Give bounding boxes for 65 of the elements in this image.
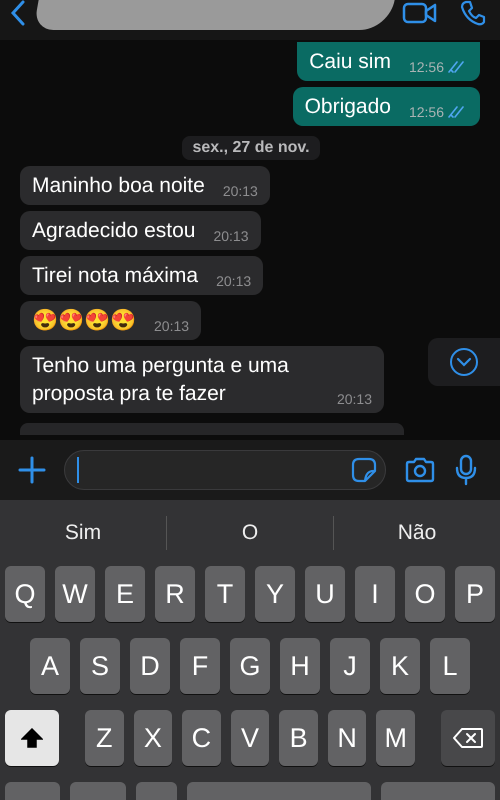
keyboard-key[interactable]: F (180, 638, 220, 694)
keyboard-key[interactable]: S (80, 638, 120, 694)
message-text: Agradecido estou (32, 218, 196, 244)
camera-icon[interactable] (404, 456, 436, 484)
keyboard-key[interactable]: Q (5, 566, 45, 622)
message-text: Tirei nota máxima (32, 263, 198, 289)
plus-icon[interactable] (18, 456, 46, 484)
message-text: Tenho uma pergunta e uma proposta pra te fazer (32, 353, 290, 407)
message-bubble[interactable]: Maninho boa noite 20:13 (20, 166, 270, 205)
keyboard-key[interactable]: R (155, 566, 195, 622)
message-time: 12:56 (408, 58, 444, 76)
video-camera-icon[interactable] (402, 1, 438, 25)
keyboard-key[interactable]: W (55, 566, 95, 622)
keyboard-key[interactable]: N (328, 710, 366, 766)
date-divider: sex., 27 de nov. (182, 136, 320, 160)
backspace-icon (452, 727, 484, 749)
message-bubble[interactable]: Caiu sim 12:56 (297, 42, 480, 81)
back-icon[interactable] (10, 0, 26, 26)
keyboard-key[interactable]: D (130, 638, 170, 694)
message-bubble[interactable]: Tirei nota máxima 20:13 (20, 256, 264, 295)
keyboard-key[interactable]: Y (255, 566, 295, 622)
message-bubble[interactable]: Obrigado 12:56 (292, 87, 480, 126)
keyboard-key[interactable]: U (305, 566, 345, 622)
keyboard-key[interactable]: E (105, 566, 145, 622)
keyboard-key[interactable]: I (355, 566, 395, 622)
keyboard-key[interactable]: Z (84, 710, 124, 766)
keyboard-key[interactable]: O (405, 566, 445, 622)
shift-key[interactable] (4, 710, 59, 766)
keyboard-key[interactable]: H (280, 638, 320, 694)
message-text: Maninho boa noite (32, 173, 205, 199)
message-time: 12:56 (408, 103, 444, 121)
scroll-down-button[interactable] (428, 338, 500, 386)
keyboard-key[interactable]: P (455, 566, 495, 622)
keyboard-key[interactable]: J (330, 638, 370, 694)
message-text: Caiu sim (309, 49, 391, 75)
message-time: 20:13 (216, 272, 252, 290)
message-time: 20:13 (213, 227, 248, 245)
message-input-field[interactable] (64, 450, 386, 490)
keyboard-key[interactable]: K (380, 638, 420, 694)
phone-icon[interactable] (460, 0, 486, 26)
message-bubble[interactable]: 😍😍😍😍 20:13 (20, 301, 202, 340)
keyboard-key[interactable]: L (430, 638, 470, 694)
message-time: 20:13 (336, 390, 372, 408)
word-suggestion[interactable]: Não (334, 521, 500, 545)
message-time: 20:13 (222, 182, 258, 200)
keyboard-key[interactable]: G (230, 638, 270, 694)
shift-arrow-icon (20, 728, 43, 748)
message-time: 20:13 (154, 317, 190, 335)
microphone-icon[interactable] (454, 454, 478, 486)
message-text: Obrigado (304, 94, 391, 120)
message-bubble[interactable]: Agradecido estou 20:13 (20, 211, 260, 250)
keyboard-key[interactable]: X (134, 710, 172, 766)
keyboard-key[interactable]: V (230, 710, 270, 766)
keyboard-key[interactable]: B (279, 710, 318, 766)
keyboard-key[interactable]: C (182, 710, 221, 766)
keyboard-key[interactable]: T (205, 566, 245, 622)
sticker-icon[interactable] (351, 457, 377, 483)
message-text: 😍😍😍😍 (32, 308, 136, 334)
keyboard-key[interactable]: M (376, 710, 416, 766)
word-suggestion[interactable]: O (167, 521, 333, 545)
backspace-key[interactable] (441, 710, 496, 766)
word-suggestion[interactable]: Sim (0, 521, 166, 545)
chevron-down-icon (449, 347, 479, 377)
keyboard-key[interactable]: A (30, 638, 70, 694)
message-bubble[interactable]: Tenho uma pergunta e uma proposta pra te fazer 20:13 (20, 346, 384, 413)
